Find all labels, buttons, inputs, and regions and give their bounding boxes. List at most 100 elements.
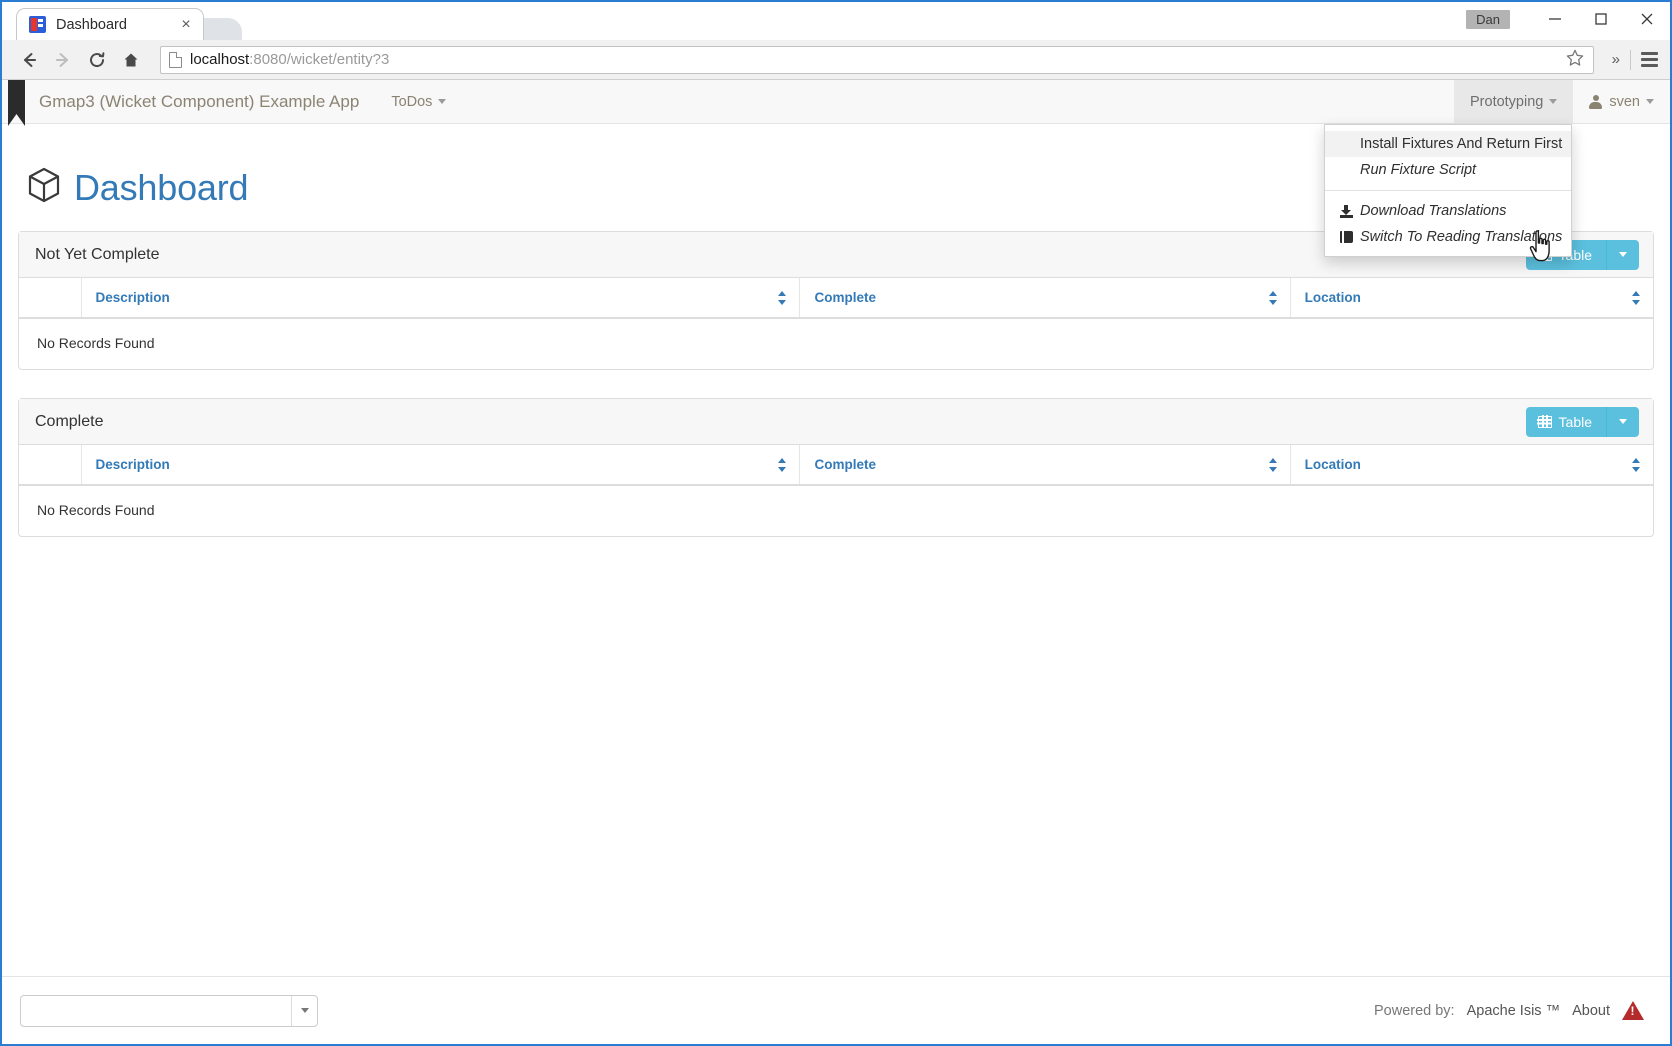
empty-state-message: No Records Found (37, 335, 155, 351)
browser-menu-icon[interactable] (1641, 52, 1658, 67)
sort-icon[interactable] (778, 457, 787, 472)
browser-titlebar: Dashboard × Dan (2, 2, 1670, 40)
panel-title: Not Yet Complete (35, 245, 160, 263)
column-label: Complete (814, 457, 876, 472)
navbar-ribbon-marker (8, 80, 25, 126)
chevron-down-icon (438, 99, 447, 104)
cube-icon (26, 166, 62, 209)
nav-item-prototyping[interactable]: Prototyping (1454, 80, 1574, 123)
panel-complete: Complete Table Description Complete Loca… (18, 398, 1654, 537)
column-header-description[interactable]: Description (80, 278, 800, 319)
page-info-icon (169, 51, 182, 68)
nav-item-user-label: sven (1609, 93, 1640, 110)
column-header-select (19, 278, 81, 319)
nav-item-todos[interactable]: ToDos (375, 80, 462, 123)
column-label: Complete (814, 290, 876, 305)
view-switcher-dropdown-toggle[interactable] (1606, 406, 1639, 437)
table-header-row: Description Complete Location (19, 445, 1653, 486)
empty-state-message: No Records Found (37, 502, 155, 518)
about-link[interactable]: About (1572, 1003, 1610, 1019)
url-host: localhost (190, 51, 250, 68)
table-view-button[interactable]: Table (1525, 406, 1606, 437)
nav-item-todos-label: ToDos (391, 93, 433, 110)
column-header-location[interactable]: Location (1289, 445, 1653, 486)
column-header-description[interactable]: Description (80, 445, 800, 486)
download-icon (1339, 204, 1353, 218)
powered-by-label: Powered by: (1373, 1002, 1455, 1019)
url-text: localhost:8080/wicket/entity?3 (190, 51, 389, 68)
todo-table: Description Complete Location (19, 278, 1653, 319)
panel-header: Complete Table (19, 399, 1653, 445)
close-icon[interactable] (1624, 2, 1670, 36)
app-brand[interactable]: Gmap3 (Wicket Component) Example App (25, 80, 375, 123)
vendor-link[interactable]: Apache Isis ™ (1467, 1003, 1561, 1019)
menu-item-label: Download Translations (1360, 203, 1507, 219)
maximize-icon[interactable] (1578, 2, 1624, 36)
menu-item-download-translations[interactable]: Download Translations (1325, 198, 1571, 224)
nav-item-user[interactable]: sven (1573, 80, 1670, 123)
footer-select[interactable] (20, 994, 318, 1027)
nav-item-prototyping-label: Prototyping (1470, 93, 1544, 110)
panel-title: Complete (35, 412, 104, 430)
view-switcher-dropdown-toggle[interactable] (1606, 239, 1639, 270)
toolbar-divider (1630, 49, 1631, 70)
column-label: Description (95, 457, 170, 472)
column-label: Location (1304, 457, 1361, 472)
grid-icon (1537, 415, 1552, 428)
column-header-location[interactable]: Location (1289, 278, 1653, 319)
home-icon[interactable] (116, 45, 146, 75)
menu-item-label: Install Fixtures And Return First (1360, 136, 1563, 152)
menu-item-label: Switch To Reading Translations (1360, 229, 1563, 245)
tab-close-icon[interactable]: × (177, 16, 195, 34)
navbar-right: Prototyping sven (1454, 80, 1670, 123)
browser-window: Dashboard × Dan localhost:8080/wicket/en… (0, 0, 1672, 1046)
user-icon (1589, 94, 1603, 109)
footer-credits: Powered by: Apache Isis ™ About (1374, 1001, 1652, 1020)
chevron-down-icon (1646, 99, 1654, 104)
sort-icon[interactable] (1268, 290, 1278, 305)
sort-icon[interactable] (778, 290, 787, 305)
browser-tab-dashboard[interactable]: Dashboard × (16, 8, 204, 40)
table-view-button-label: Table (1558, 413, 1592, 430)
menu-item-label: Run Fixture Script (1360, 162, 1477, 178)
chevron-down-icon (1619, 419, 1627, 424)
sort-icon[interactable] (1632, 457, 1641, 472)
page-title-text: Dashboard (74, 166, 249, 208)
column-label: Location (1304, 290, 1361, 305)
overflow-chevron-icon[interactable]: » (1612, 51, 1620, 68)
bookmark-star-icon[interactable] (1565, 48, 1585, 72)
menu-item-install-fixtures-and-return-first[interactable]: Install Fixtures And Return First (1325, 131, 1571, 157)
chevron-down-icon[interactable] (291, 995, 317, 1026)
url-path: :8080/wicket/entity?3 (249, 51, 390, 68)
menu-item-switch-to-reading-translations[interactable]: Switch To Reading Translations (1325, 224, 1571, 250)
column-header-select (19, 445, 81, 486)
app-navbar: Gmap3 (Wicket Component) Example App ToD… (2, 80, 1670, 126)
reload-icon[interactable] (82, 45, 112, 75)
window-controls: Dan (1466, 2, 1670, 36)
browser-toolbar: localhost:8080/wicket/entity?3 » (2, 40, 1670, 80)
page-viewport: Gmap3 (Wicket Component) Example App ToD… (2, 80, 1670, 1044)
menu-item-run-fixture-script[interactable]: Run Fixture Script (1325, 157, 1571, 183)
back-icon[interactable] (14, 45, 44, 75)
table-header-row: Description Complete Location (19, 278, 1653, 319)
window-user-badge[interactable]: Dan (1466, 9, 1510, 29)
forward-icon[interactable] (48, 45, 78, 75)
toolbar-right: » (1608, 49, 1658, 70)
menu-separator (1325, 190, 1571, 191)
sort-icon[interactable] (1268, 457, 1278, 472)
address-bar[interactable]: localhost:8080/wicket/entity?3 (160, 45, 1594, 74)
tab-title: Dashboard (56, 16, 127, 33)
todo-table: Description Complete Location (19, 445, 1653, 486)
column-header-complete[interactable]: Complete (799, 278, 1291, 319)
minimize-icon[interactable] (1532, 2, 1578, 36)
prototyping-dropdown-menu: Install Fixtures And Return First Run Fi… (1324, 124, 1572, 257)
page-footer: Powered by: Apache Isis ™ About (2, 976, 1670, 1044)
warning-triangle-icon[interactable] (1622, 1001, 1644, 1020)
column-header-complete[interactable]: Complete (799, 445, 1291, 486)
chevron-down-icon (1619, 252, 1627, 257)
favicon-icon (29, 16, 46, 33)
column-label: Description (95, 290, 170, 305)
view-switcher-button-group: Table (1525, 406, 1639, 437)
book-icon (1339, 231, 1353, 243)
sort-icon[interactable] (1632, 290, 1641, 305)
